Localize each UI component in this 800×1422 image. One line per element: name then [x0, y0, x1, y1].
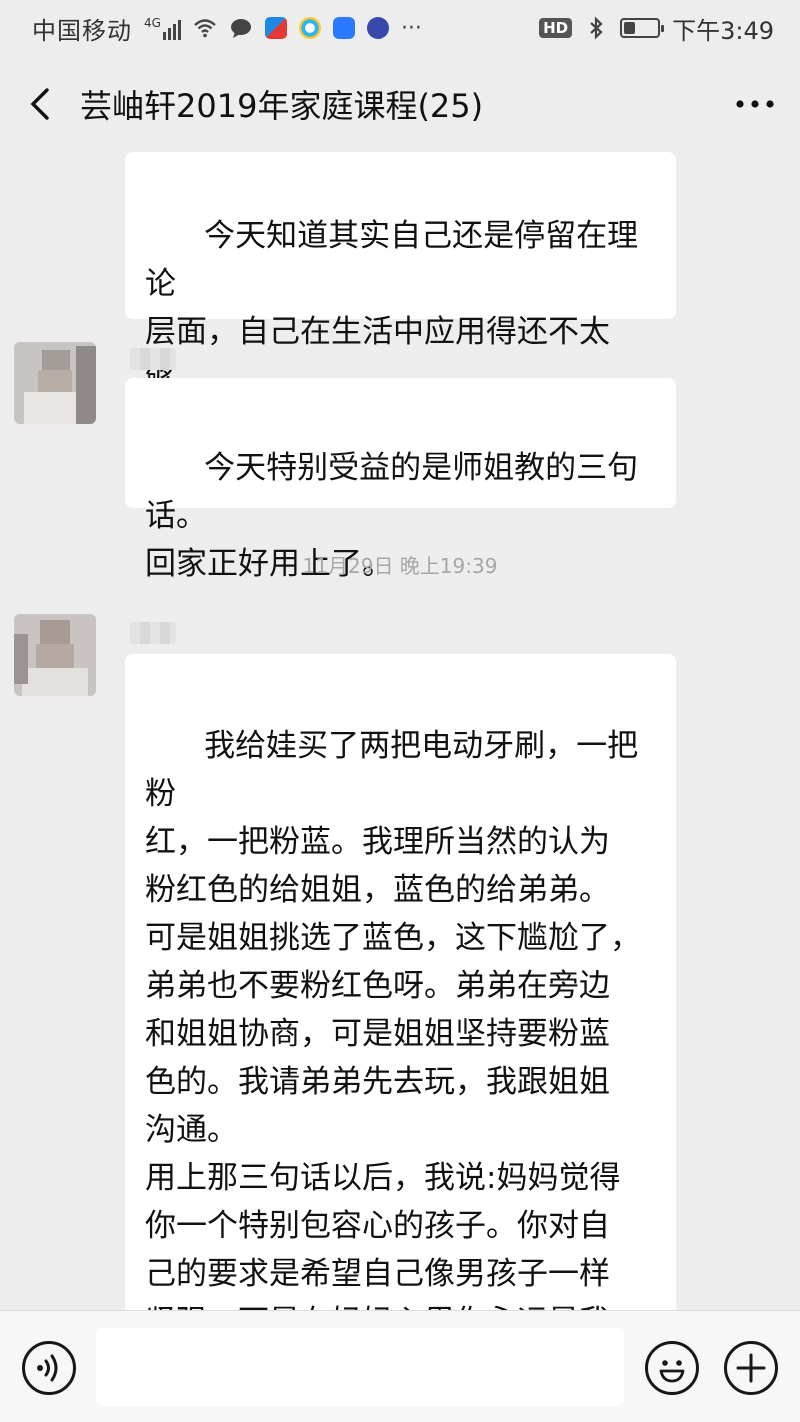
message-text: 今天知道其实自己还是停留在理论 层面，自己在生活中应用得还不太 够。 [145, 218, 639, 398]
network-type: 4G [144, 16, 161, 30]
sender-nickname [130, 348, 176, 370]
avatar[interactable] [14, 342, 96, 424]
voice-icon [37, 1354, 58, 1382]
sender-nickname [130, 622, 176, 644]
status-right: HD 下午3:49 [539, 11, 774, 46]
avatar[interactable] [14, 614, 96, 696]
message-icon [230, 19, 251, 38]
voice-button[interactable] [22, 1341, 76, 1395]
hd-badge: HD [539, 18, 573, 38]
video-app-icon [264, 17, 287, 39]
status-bar: 中国移动 4G ··· HD 下午3:49 [0, 0, 800, 56]
message-bubble[interactable]: 今天特别受益的是师姐教的三句话。 回家正好用上了。 [125, 378, 676, 582]
plus-circle-icon [736, 1353, 766, 1383]
more-notifications-icon: ··· [400, 15, 422, 41]
message-bubble[interactable]: 我给娃买了两把电动牙刷，一把粉 红，一把粉蓝。我理所当然的认为 粉红色的给姐姐，… [125, 654, 676, 1310]
status-left: 中国移动 4G ··· [32, 11, 422, 46]
emoji-button[interactable] [645, 1341, 699, 1395]
baidu-app-icon [332, 17, 355, 39]
more-horizontal-icon [736, 100, 774, 108]
wifi-icon [194, 19, 216, 38]
chat-timestamp: 11月29日 晚上19:39 [302, 554, 498, 578]
message-list[interactable]: 今天知道其实自己还是停留在理论 层面，自己在生活中应用得还不太 够。 今天特别受… [0, 152, 800, 1310]
emoji-icon [659, 1360, 685, 1383]
more-button[interactable] [710, 56, 800, 152]
chat-header: 芸岫轩2019年家庭课程(25) [0, 56, 800, 152]
battery-fill [624, 22, 636, 34]
back-button[interactable] [0, 56, 80, 152]
bluetooth-icon [590, 16, 603, 40]
battery-icon [620, 18, 665, 38]
plus-button[interactable] [724, 1341, 778, 1395]
browser-app-icon [298, 17, 321, 39]
signal-icon: 4G [144, 16, 181, 40]
wechat-chat-screen: 中国移动 4G ··· HD 下午3:49 芸岫轩2019年家庭课程(25) 今… [0, 0, 800, 1422]
message-text: 我给娃买了两把电动牙刷，一把粉 红，一把粉蓝。我理所当然的认为 粉红色的给姐姐，… [145, 728, 641, 1310]
message-bubble[interactable]: 今天知道其实自己还是停留在理论 层面，自己在生活中应用得还不太 够。 [125, 152, 676, 398]
music-app-icon [366, 17, 389, 39]
message-input[interactable] [96, 1328, 624, 1406]
chat-title: 芸岫轩2019年家庭课程(25) [80, 87, 484, 125]
input-bar [0, 1310, 800, 1422]
chevron-left-icon [30, 88, 49, 120]
carrier-name: 中国移动 [32, 16, 132, 45]
status-time: 下午3:49 [672, 16, 774, 45]
